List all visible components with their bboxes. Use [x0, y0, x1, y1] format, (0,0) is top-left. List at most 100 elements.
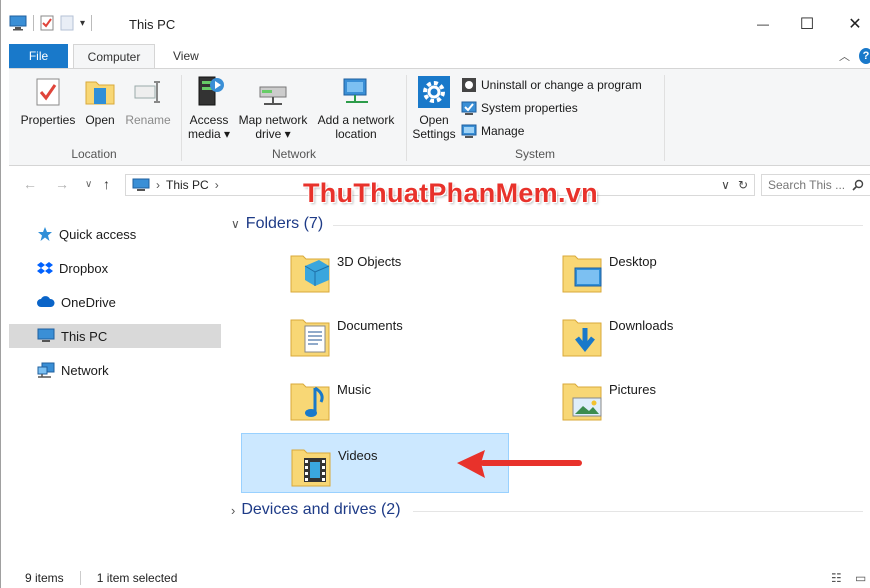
- toolbar-separator: [91, 15, 93, 31]
- close-button[interactable]: ✕: [845, 14, 865, 34]
- folder-documents-icon: [290, 319, 330, 357]
- status-separator: [79, 571, 81, 585]
- arrow-annotation-icon: [457, 450, 582, 478]
- content-pane: ∨ Folders (7) 3D Objects Desktop Documen…: [223, 204, 870, 564]
- open-settings-button[interactable]: Open Settings: [411, 75, 457, 141]
- open-label: Open: [85, 113, 115, 127]
- tab-computer[interactable]: Computer: [73, 44, 155, 69]
- folder-documents[interactable]: Documents: [241, 304, 509, 364]
- uninstall-program-button[interactable]: Uninstall or change a program: [461, 75, 642, 95]
- large-icons-view-icon[interactable]: ▭: [855, 571, 866, 585]
- up-arrow-icon[interactable]: ↑: [103, 176, 110, 192]
- this-pc-icon: [9, 15, 27, 31]
- folder-pictures-icon: [562, 383, 602, 421]
- add-network-location-button[interactable]: Add a network location: [313, 75, 399, 141]
- back-arrow-icon[interactable]: ←: [23, 176, 37, 192]
- sidebar-item-label: Network: [61, 362, 109, 378]
- tab-view[interactable]: View: [161, 44, 211, 68]
- sidebar-item-label: This PC: [61, 328, 108, 344]
- open-settings-label-line2: Settings: [412, 127, 456, 141]
- maximize-button[interactable]: ☐: [797, 14, 817, 34]
- system-properties-button[interactable]: System properties: [461, 98, 578, 118]
- folder-desktop[interactable]: Desktop: [513, 240, 781, 300]
- rename-icon: [134, 81, 160, 103]
- ribbon-collapse-chevron-icon[interactable]: ︿: [839, 48, 850, 64]
- network-icon: [37, 362, 55, 378]
- manage-button[interactable]: Manage: [461, 121, 524, 141]
- help-icon[interactable]: ?: [859, 48, 870, 64]
- folder-music[interactable]: Music: [241, 368, 509, 428]
- section-divider: [333, 225, 863, 226]
- search-icon: [852, 179, 864, 191]
- section-header-devices[interactable]: › Devices and drives (2): [231, 499, 401, 521]
- quick-access-toolbar: ▾: [9, 15, 93, 31]
- map-drive-label-line2: drive ▾: [255, 127, 291, 141]
- properties-button[interactable]: Properties: [17, 75, 79, 127]
- close-icon: ✕: [848, 16, 862, 33]
- ribbon-group-separator: [664, 75, 665, 161]
- section-divider: [413, 511, 863, 512]
- folder-name: Music: [337, 382, 371, 397]
- network-drive-icon: [259, 86, 287, 105]
- uninstall-icon: [462, 78, 476, 92]
- open-folder-icon: [85, 81, 115, 105]
- breadcrumb-this-pc[interactable]: This PC: [166, 178, 209, 192]
- sidebar-item-onedrive[interactable]: OneDrive: [9, 290, 221, 314]
- access-media-button[interactable]: Access media ▾: [187, 75, 231, 141]
- folder-3d-objects[interactable]: 3D Objects: [241, 240, 509, 300]
- window-title: This PC: [129, 17, 176, 32]
- properties-icon[interactable]: [40, 15, 54, 31]
- breadcrumb-chevron-icon[interactable]: ›: [215, 178, 219, 192]
- section-header-folders[interactable]: ∨ Folders (7): [231, 213, 323, 235]
- details-view-icon[interactable]: ☷: [831, 571, 842, 585]
- folder-downloads[interactable]: Downloads: [513, 304, 781, 364]
- ribbon-tabs: File Computer View ︿ ?: [1, 44, 870, 69]
- customize-toolbar-chevron-icon[interactable]: ▾: [80, 18, 85, 29]
- tab-file[interactable]: File: [9, 44, 68, 68]
- system-properties-label: System properties: [481, 101, 578, 115]
- breadcrumb-chevron-icon[interactable]: ›: [156, 178, 160, 192]
- uninstall-label: Uninstall or change a program: [481, 78, 642, 92]
- status-bar: 9 items 1 item selected ☷ ▭: [9, 568, 870, 588]
- open-button[interactable]: Open: [81, 75, 119, 127]
- folder-name: Pictures: [609, 382, 656, 397]
- ribbon-group-location: Properties Open Rename Location: [9, 69, 179, 165]
- sidebar-item-label: Dropbox: [59, 260, 109, 276]
- rename-button[interactable]: Rename: [121, 75, 175, 127]
- sidebar-item-label: Quick access: [59, 226, 137, 242]
- access-media-label-line1: Access: [189, 113, 229, 127]
- sidebar-item-network[interactable]: Network: [9, 358, 221, 382]
- section-collapse-chevron-icon: ∨: [231, 217, 240, 231]
- folder-3d-objects-icon: [290, 255, 330, 293]
- forward-arrow-icon[interactable]: →: [55, 176, 69, 192]
- ribbon-group-system: Open Settings Uninstall or change a prog…: [407, 69, 663, 165]
- sidebar-item-this-pc[interactable]: This PC: [9, 324, 221, 348]
- folder-name: 3D Objects: [337, 254, 402, 269]
- folder-pictures[interactable]: Pictures: [513, 368, 781, 428]
- ribbon-group-network: Access media ▾ Map network drive ▾ Add a…: [183, 69, 405, 165]
- address-actions: ∨ ↻: [721, 175, 754, 195]
- properties-label: Properties: [20, 113, 76, 127]
- ribbon-group-separator: [181, 75, 182, 161]
- folder-downloads-icon: [562, 319, 602, 357]
- sidebar-item-quick-access[interactable]: Quick access: [9, 222, 221, 246]
- star-icon: [38, 227, 52, 241]
- map-network-drive-button[interactable]: Map network drive ▾: [235, 75, 311, 141]
- folder-name: Desktop: [609, 254, 657, 269]
- search-input[interactable]: Search This ...: [768, 178, 845, 192]
- recent-locations-chevron-icon[interactable]: ∨: [85, 179, 92, 190]
- status-selection: 1 item selected: [96, 571, 178, 585]
- refresh-icon[interactable]: ↻: [738, 178, 748, 192]
- sidebar-item-dropbox[interactable]: Dropbox: [9, 256, 221, 280]
- new-folder-icon[interactable]: [60, 15, 74, 31]
- search-box[interactable]: Search This ...: [761, 174, 870, 196]
- group-label-system: System: [514, 147, 555, 161]
- folder-name: Videos: [338, 448, 378, 463]
- network-location-icon: [343, 78, 368, 103]
- folder-videos-icon: [291, 449, 331, 487]
- address-history-chevron-icon[interactable]: ∨: [721, 178, 730, 192]
- minimize-icon: —: [757, 17, 769, 31]
- title-bar: ▾ This PC — ☐ ✕: [1, 0, 870, 44]
- rename-label: Rename: [125, 113, 171, 127]
- minimize-button[interactable]: —: [753, 14, 773, 34]
